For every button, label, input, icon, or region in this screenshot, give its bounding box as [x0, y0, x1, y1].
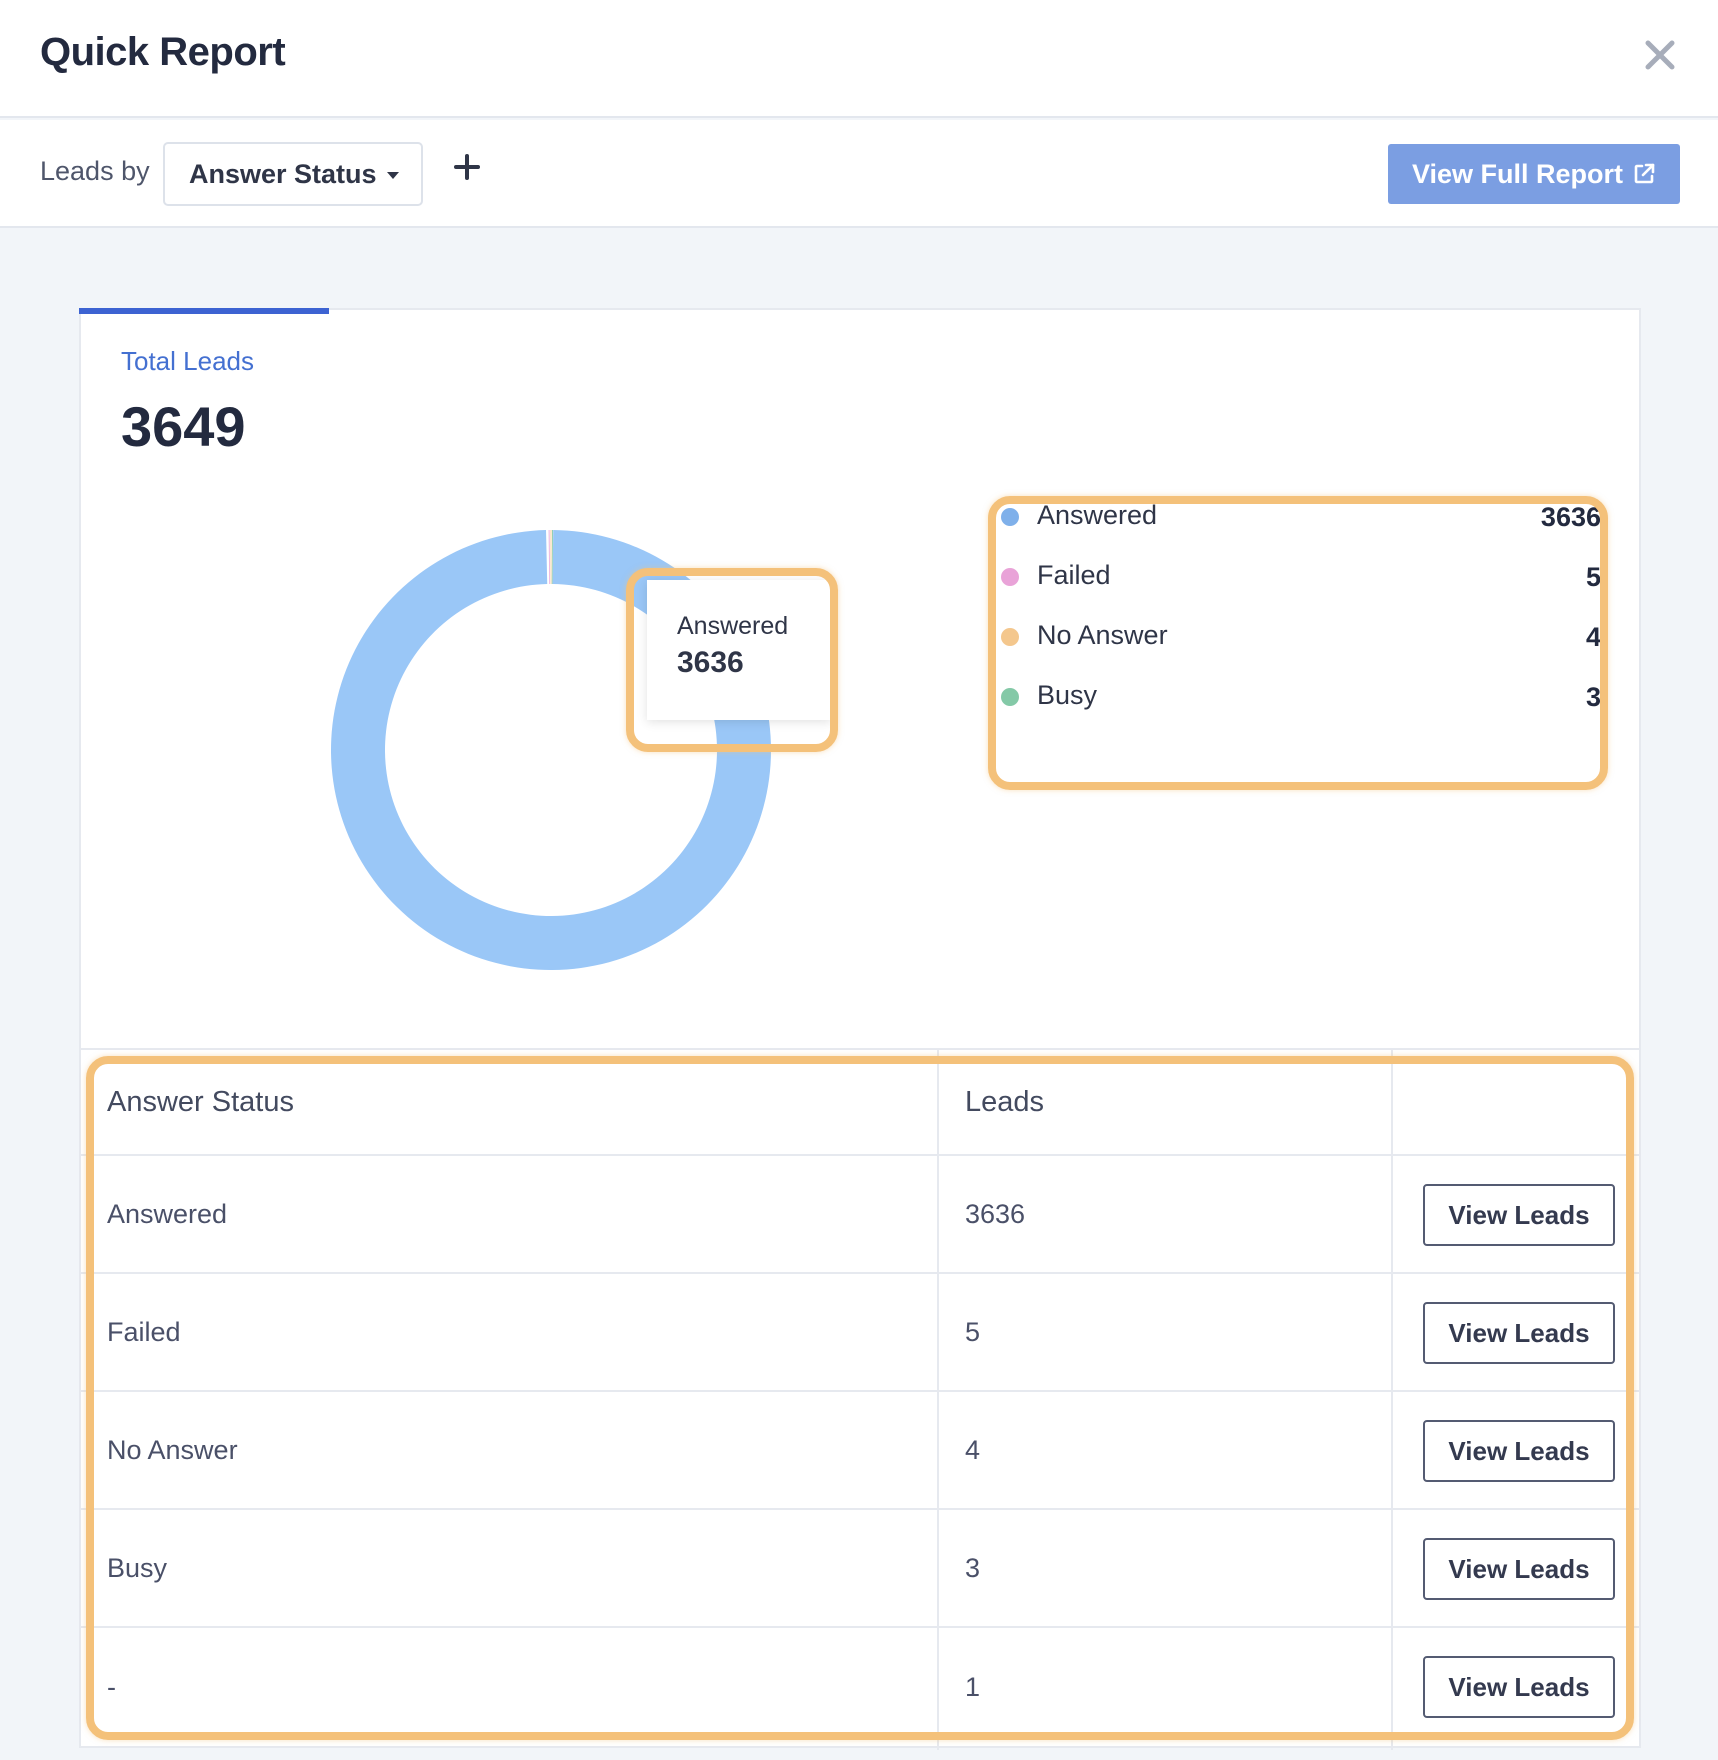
active-tab-indicator — [79, 308, 329, 314]
view-leads-button[interactable]: View Leads — [1423, 1184, 1615, 1246]
legend-count: 4 — [1585, 622, 1601, 652]
report-toolbar: Leads by Answer Status View Full Report — [0, 120, 1718, 228]
external-link-icon — [1634, 163, 1655, 184]
legend-label: Failed — [1037, 560, 1111, 590]
legend-dot — [1001, 508, 1019, 526]
group-by-value: Answer Status — [189, 158, 377, 189]
leads-by-label: Leads by — [40, 156, 150, 186]
view-leads-button[interactable]: View Leads — [1423, 1420, 1615, 1482]
table-header-row: Answer Status Leads — [81, 1050, 1639, 1156]
leads-table: Answer Status Leads Answered 3636 View L… — [79, 1048, 1641, 1750]
table-row: Failed 5 View Leads — [81, 1274, 1639, 1392]
view-leads-button[interactable]: View Leads — [1423, 1302, 1615, 1364]
legend-item-failed[interactable]: Failed 5 — [1001, 560, 1601, 600]
tooltip-label: Answered — [677, 612, 789, 640]
page-title: Quick Report — [40, 30, 286, 74]
legend-item-answered[interactable]: Answered 3636 — [1001, 500, 1601, 540]
status-cell: Busy — [107, 1552, 168, 1583]
tooltip-value: 3636 — [677, 646, 744, 679]
legend-dot — [1001, 628, 1019, 646]
view-leads-button[interactable]: View Leads — [1423, 1538, 1615, 1600]
legend-item-busy[interactable]: Busy 3 — [1001, 680, 1601, 720]
status-cell: Failed — [107, 1316, 181, 1347]
column-header-leads: Leads — [965, 1085, 1045, 1118]
table-row: - 1 View Leads — [81, 1628, 1639, 1746]
legend-count: 3 — [1585, 682, 1601, 712]
legend-count: 5 — [1585, 562, 1601, 592]
caret-down-icon — [387, 172, 399, 179]
status-cell: - — [107, 1671, 116, 1702]
leads-cell: 4 — [965, 1434, 981, 1465]
leads-cell: 3636 — [965, 1198, 1026, 1229]
chart-legend: Answered 3636 Failed 5 No Answer 4 Busy … — [1001, 500, 1601, 750]
donut-slice-no-answer[interactable] — [550, 530, 552, 585]
table-row: Answered 3636 View Leads — [81, 1156, 1639, 1274]
status-cell: No Answer — [107, 1434, 238, 1465]
view-leads-button[interactable]: View Leads — [1423, 1656, 1615, 1718]
close-icon[interactable] — [1640, 35, 1680, 75]
column-header-answer-status: Answer Status — [107, 1085, 294, 1118]
legend-label: Busy — [1037, 680, 1098, 710]
modal-header: Quick Report — [0, 0, 1718, 118]
add-group-plus-icon[interactable] — [450, 150, 484, 184]
total-leads-label: Total Leads — [121, 346, 254, 376]
leads-cell: 3 — [965, 1552, 981, 1583]
view-full-report-button[interactable]: View Full Report — [1388, 144, 1680, 204]
leads-cell: 5 — [965, 1316, 981, 1347]
legend-dot — [1001, 568, 1019, 586]
legend-item-no-answer[interactable]: No Answer 4 — [1001, 620, 1601, 660]
leads-cell: 1 — [965, 1671, 981, 1702]
table-row: Busy 3 View Leads — [81, 1510, 1639, 1628]
status-cell: Answered — [107, 1198, 228, 1229]
legend-dot — [1001, 688, 1019, 706]
table-row: No Answer 4 View Leads — [81, 1392, 1639, 1510]
view-full-report-label: View Full Report — [1412, 158, 1624, 189]
chart-card: Total Leads 3649 Answered 3636 Answered … — [79, 308, 1641, 1050]
legend-count: 3636 — [1540, 502, 1601, 532]
group-by-dropdown[interactable]: Answer Status — [163, 142, 423, 206]
total-leads-value: 3649 — [121, 395, 246, 458]
chart-tooltip: Answered 3636 — [647, 580, 831, 720]
legend-label: No Answer — [1037, 620, 1168, 650]
donut-slice-failed[interactable] — [548, 530, 550, 585]
legend-label: Answered — [1037, 500, 1158, 530]
